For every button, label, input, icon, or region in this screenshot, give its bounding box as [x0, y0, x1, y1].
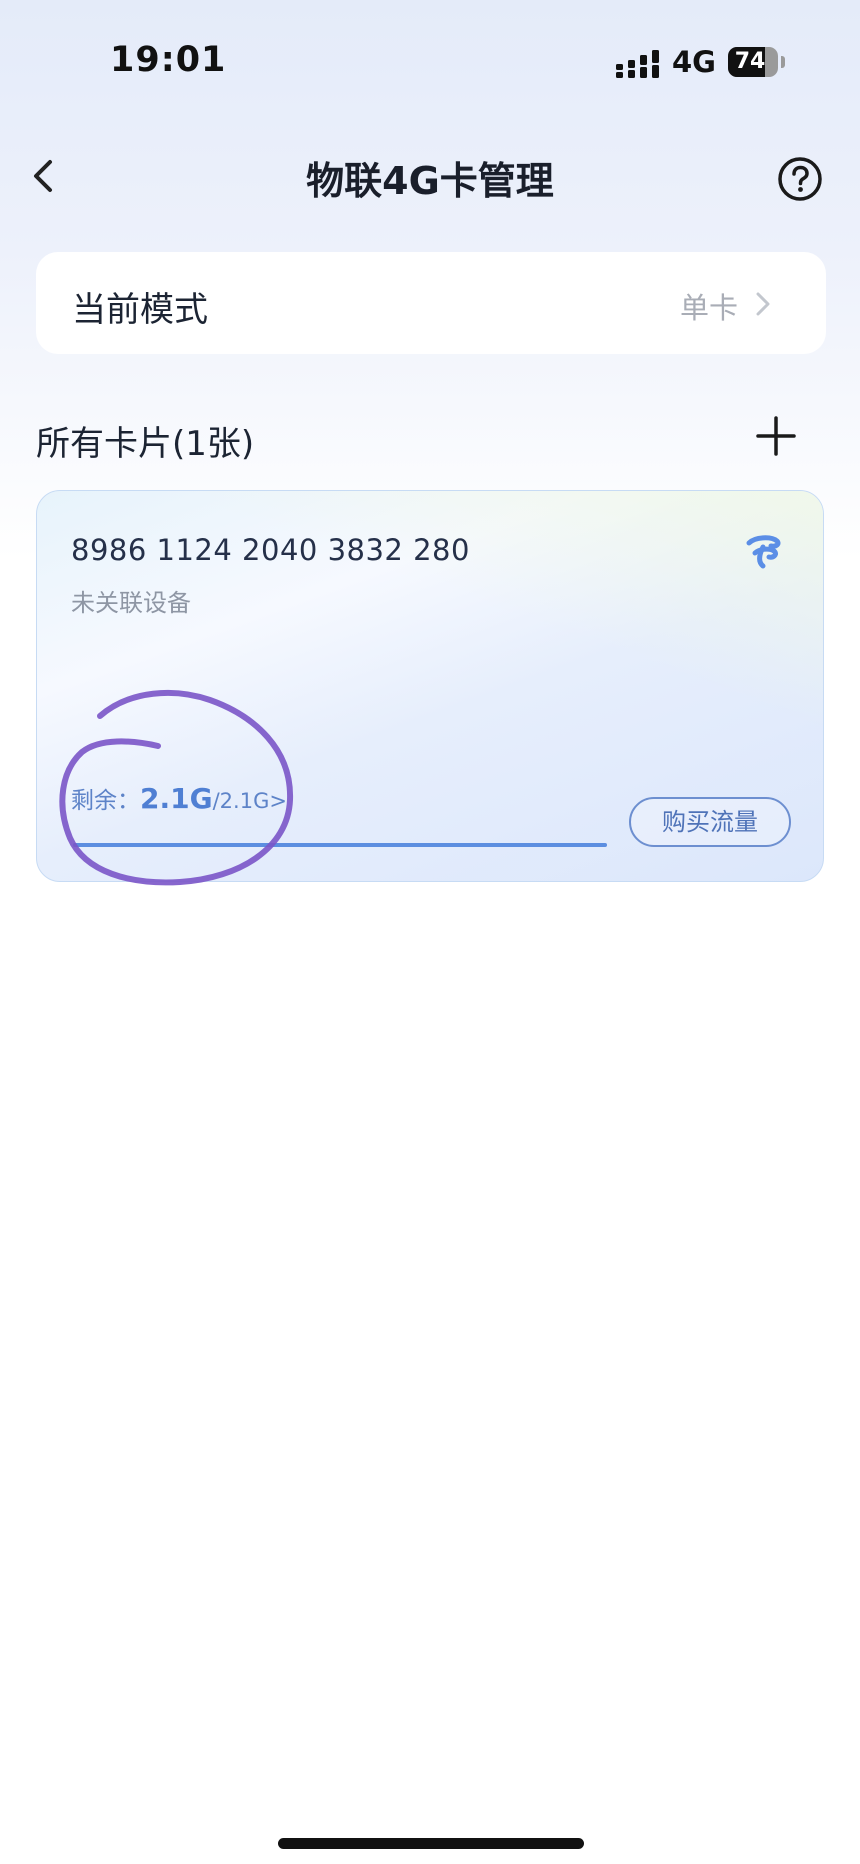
- battery-tip: [781, 56, 785, 68]
- current-mode-value: 单卡: [679, 291, 738, 325]
- signal-strength-icon: [616, 50, 659, 78]
- remaining-data-link[interactable]: 剩余：2.1G/2.1G>: [71, 779, 287, 819]
- all-cards-section-title: 所有卡片(1张): [36, 424, 255, 464]
- home-indicator[interactable]: [278, 1838, 584, 1849]
- data-usage-bar: [73, 843, 607, 847]
- back-chevron-left-icon[interactable]: [20, 152, 68, 200]
- chevron-right-icon: [756, 292, 770, 316]
- status-bar: 19:01 4G 74: [0, 0, 860, 120]
- remaining-total: /2.1G>: [212, 789, 287, 813]
- sim-card[interactable]: 8986 1124 2040 3832 280 未关联设备 剩余：2.1G/2.…: [36, 490, 824, 882]
- battery-percent: 74: [734, 49, 766, 74]
- data-usage-bar-fill: [73, 843, 607, 847]
- current-mode-row[interactable]: 当前模式 单卡: [36, 252, 826, 354]
- battery-icon: 74: [728, 47, 778, 77]
- add-card-plus-icon[interactable]: [752, 412, 800, 460]
- remaining-label: 剩余：: [71, 788, 140, 814]
- current-mode-label: 当前模式: [72, 290, 208, 330]
- question-circle-icon[interactable]: [776, 155, 824, 203]
- remaining-value: 2.1G: [140, 782, 213, 815]
- device-link-status: 未关联设备: [71, 589, 191, 617]
- buy-data-button[interactable]: 购买流量: [629, 797, 791, 847]
- page-title: 物联4G卡管理: [306, 159, 554, 203]
- network-type-label: 4G: [672, 45, 716, 79]
- status-time: 19:01: [110, 40, 227, 80]
- china-telecom-logo-icon: [746, 535, 781, 569]
- sim-card-number: 8986 1124 2040 3832 280: [71, 533, 470, 567]
